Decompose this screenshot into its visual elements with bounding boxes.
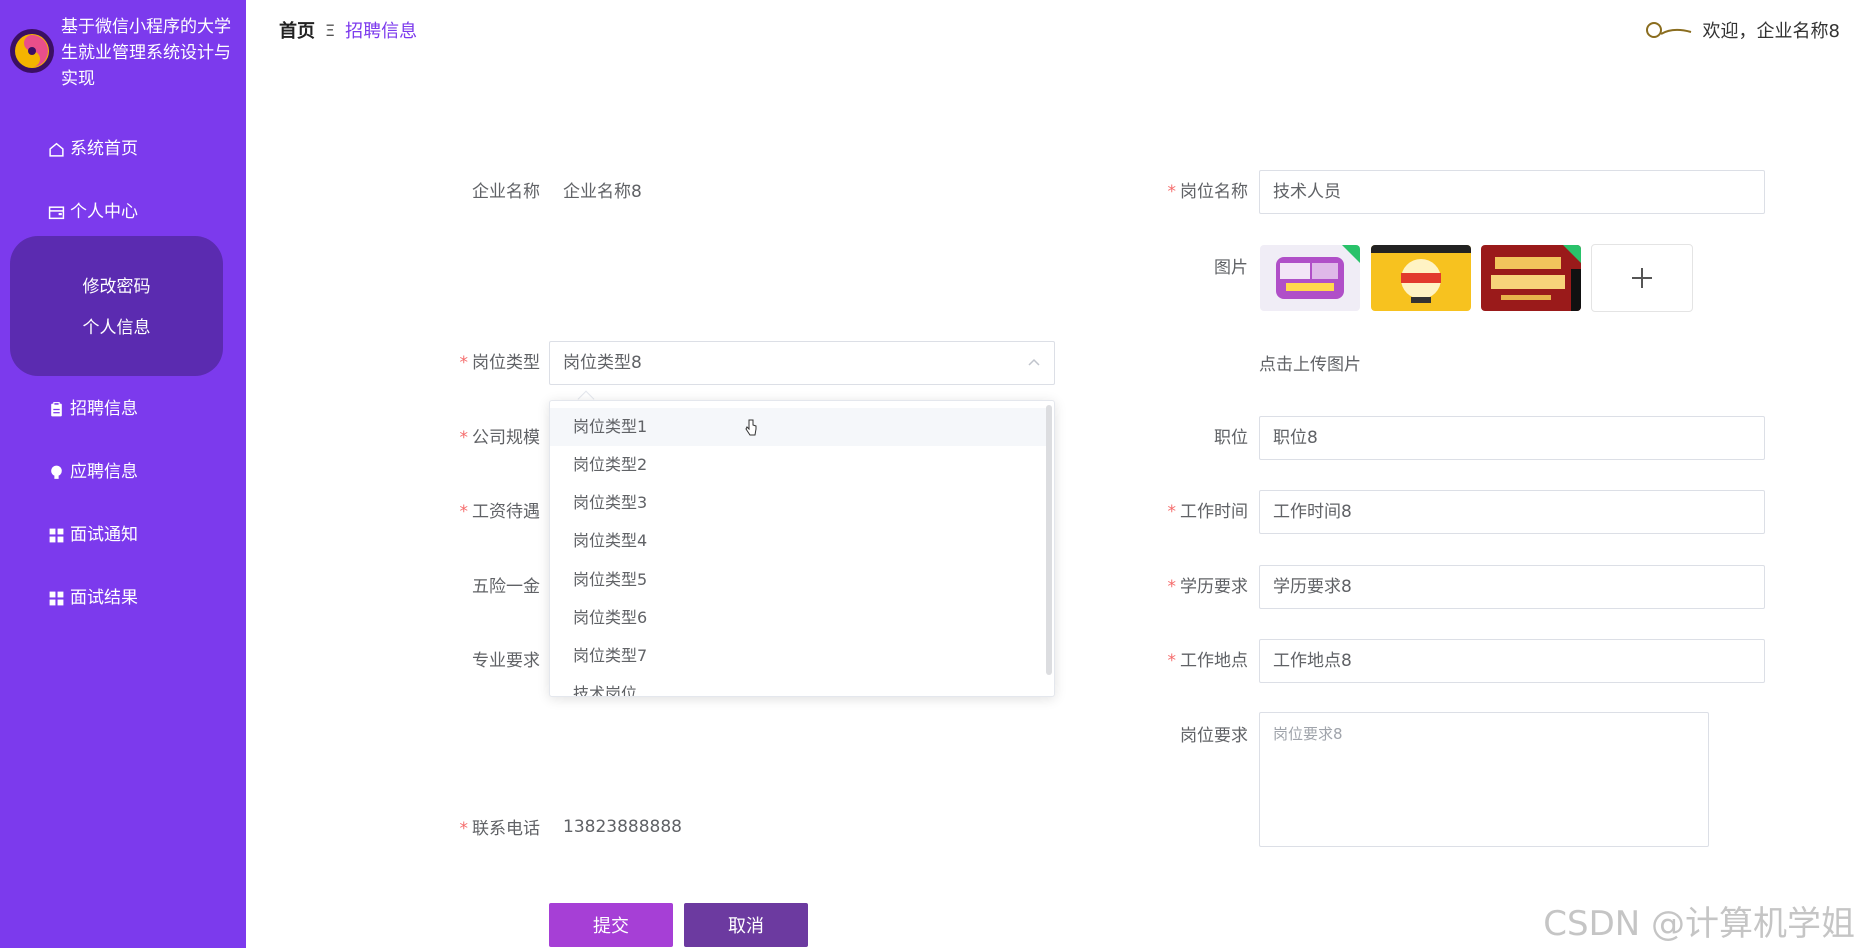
company-name-value: 企业名称8 — [563, 182, 642, 202]
breadcrumb-separator: Ξ — [325, 20, 336, 40]
major-label: 专业要求 — [472, 651, 540, 671]
home-icon — [46, 139, 66, 159]
sidebar: 基于微信小程序的大学生就业管理系统设计与实现 系统首页 个人中心 修改密码 个人… — [0, 0, 246, 948]
sidebar-item-label: 面试通知 — [70, 525, 138, 545]
upload-hint: 点击上传图片 — [1259, 355, 1361, 375]
bulb-icon — [46, 462, 66, 482]
chevron-up-icon — [1027, 355, 1041, 369]
dropdown-option[interactable]: 岗位类型5 — [550, 561, 1050, 599]
phone-label: * 联系电话 — [459, 819, 541, 839]
welcome-text: 欢迎，企业名称8 — [1702, 21, 1840, 42]
grid-icon — [46, 525, 66, 545]
position-label: 职位 — [1214, 428, 1248, 448]
sidebar-item-home[interactable]: 系统首页 — [46, 134, 138, 164]
work-time-input[interactable]: 工作时间8 — [1259, 490, 1765, 534]
app-title: 基于微信小程序的大学生就业管理系统设计与实现 — [61, 17, 231, 89]
job-type-dropdown: 岗位类型1 岗位类型2 岗位类型3 岗位类型4 岗位类型5 岗位类型6 岗位类型… — [549, 400, 1055, 697]
work-time-label: * 工作时间 — [1167, 502, 1249, 522]
sidebar-item-label: 面试结果 — [70, 588, 138, 608]
job-name-label: * 岗位名称 — [1167, 182, 1249, 202]
dropdown-option[interactable]: 岗位类型4 — [550, 522, 1050, 560]
phone-value: 13823888888 — [563, 817, 682, 837]
app-logo-icon — [10, 29, 54, 73]
insurance-label: 五险一金 — [472, 577, 540, 597]
sidebar-item-label: 个人中心 — [70, 202, 138, 222]
cancel-button[interactable]: 取消 — [684, 903, 808, 947]
job-name-input[interactable]: 技术人员 — [1259, 170, 1765, 214]
dropdown-option[interactable]: 岗位类型7 — [550, 637, 1050, 675]
sidebar-item-applications[interactable]: 应聘信息 — [46, 457, 138, 487]
uploaded-image-thumbnail[interactable] — [1371, 245, 1471, 311]
uploaded-image-thumbnail[interactable] — [1260, 245, 1360, 311]
education-input[interactable]: 学历要求8 — [1259, 565, 1765, 609]
company-name-label: 企业名称 — [472, 182, 540, 202]
sidebar-item-interview-notice[interactable]: 面试通知 — [46, 520, 138, 550]
brand: 基于微信小程序的大学生就业管理系统设计与实现 — [8, 14, 244, 89]
job-type-label: * 岗位类型 — [459, 353, 541, 373]
sidebar-item-personal-center[interactable]: 个人中心 — [46, 197, 138, 227]
personal-center-submenu: 修改密码 个人信息 — [10, 236, 223, 376]
salary-label: * 工资待遇 — [459, 502, 541, 522]
sidebar-item-recruitment[interactable]: 招聘信息 — [46, 394, 138, 424]
location-label: * 工作地点 — [1167, 651, 1249, 671]
plus-icon — [1632, 268, 1652, 288]
sidebar-item-label: 系统首页 — [70, 139, 138, 159]
images-label: 图片 — [1214, 258, 1248, 278]
dropdown-option[interactable]: 技术岗位 — [550, 675, 1050, 696]
dropdown-option[interactable]: 岗位类型1 — [550, 408, 1050, 446]
dropdown-option[interactable]: 岗位类型2 — [550, 446, 1050, 484]
user-avatar-icon — [1645, 19, 1693, 41]
sidebar-item-label: 招聘信息 — [70, 399, 138, 419]
grid-icon — [46, 588, 66, 608]
breadcrumb: 首页 Ξ 招聘信息 — [279, 17, 417, 43]
location-input[interactable]: 工作地点8 — [1259, 639, 1765, 683]
watermark: CSDN @计算机学姐 — [1543, 904, 1855, 944]
breadcrumb-home[interactable]: 首页 — [279, 17, 315, 43]
uploaded-image-thumbnail[interactable] — [1481, 245, 1581, 311]
hand-cursor-icon — [744, 418, 758, 438]
wallet-icon — [46, 202, 66, 222]
company-size-label: * 公司规模 — [459, 428, 541, 448]
upload-image-button[interactable] — [1591, 244, 1693, 312]
breadcrumb-current: 招聘信息 — [345, 21, 418, 42]
position-input[interactable]: 职位8 — [1259, 416, 1765, 460]
sidebar-item-label: 应聘信息 — [70, 462, 138, 482]
submenu-item-change-password[interactable]: 修改密码 — [10, 272, 223, 297]
dropdown-option[interactable]: 岗位类型3 — [550, 484, 1050, 522]
submenu-item-personal-info[interactable]: 个人信息 — [10, 313, 223, 338]
dropdown-scrollbar[interactable] — [1046, 405, 1052, 675]
clipboard-icon — [46, 399, 66, 419]
job-type-select[interactable]: 岗位类型8 — [549, 341, 1055, 385]
education-label: * 学历要求 — [1167, 577, 1249, 597]
requirements-label: 岗位要求 — [1180, 726, 1248, 746]
user-area: 欢迎，企业名称8 — [1645, 17, 1840, 43]
requirements-textarea[interactable]: 岗位要求8 — [1259, 712, 1709, 847]
submit-button[interactable]: 提交 — [549, 903, 673, 947]
sidebar-item-interview-result[interactable]: 面试结果 — [46, 583, 138, 613]
job-type-select-value[interactable]: 岗位类型8 — [549, 341, 1055, 385]
dropdown-option[interactable]: 岗位类型6 — [550, 599, 1050, 637]
